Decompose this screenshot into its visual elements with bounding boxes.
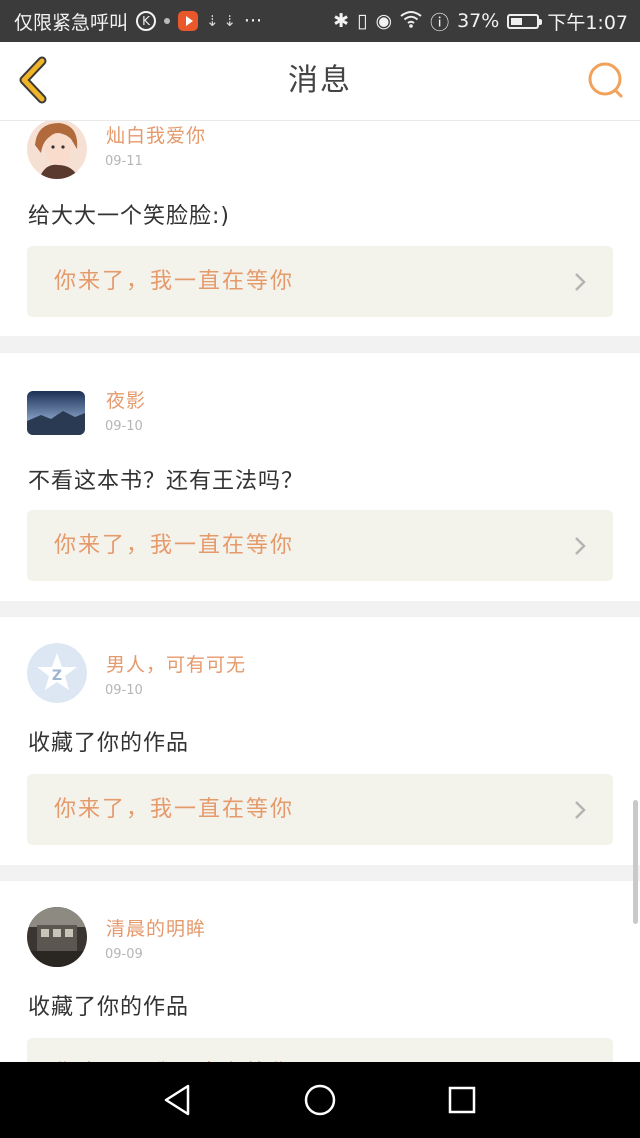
overflow-indicator: ··· — [243, 10, 263, 32]
message-content: 给大大一个笑脸脸:) — [28, 204, 230, 229]
vibrate-icon: ▯ — [357, 10, 368, 32]
reply-text: 你来了，我一直在等你 — [54, 797, 295, 822]
wifi-icon — [400, 10, 422, 33]
app-header: 消息 — [0, 42, 640, 121]
notification-dot-icon — [164, 18, 171, 24]
page-title: 消息 — [288, 63, 352, 98]
notification-icons: ⇣ ⇣ — [206, 12, 236, 30]
eye-icon: ◉ — [375, 10, 393, 32]
status-right: ✱ ▯ ◉ ⓘ 37% 下午1:07 — [333, 8, 628, 35]
reply-box[interactable]: 你来了，我一直在等你 — [27, 246, 613, 317]
k-badge-icon: K — [136, 11, 157, 31]
nav-back-button[interactable] — [158, 1080, 198, 1120]
message-card: Z 男人，可有可无 09-10 收藏了你的作品 你来了，我一直在等你 — [0, 617, 640, 865]
avatar[interactable] — [27, 391, 85, 435]
username[interactable]: 清晨的明眸 — [106, 914, 206, 941]
reply-box[interactable]: 你来了，我一直在等你 — [27, 1038, 613, 1062]
battery-percent: 37% — [457, 10, 500, 32]
message-card: 灿白我爱你 09-11 给大大一个笑脸脸:) 你来了，我一直在等你 — [0, 121, 640, 336]
message-content: 不看这本书？还有王法吗？ — [28, 469, 305, 494]
square-recents-icon — [448, 1086, 476, 1114]
message-date: 09-10 — [105, 419, 143, 434]
reply-box[interactable]: 你来了，我一直在等你 — [27, 510, 613, 581]
message-feed[interactable]: 灿白我爱你 09-11 给大大一个笑脸脸:) 你来了，我一直在等你 夜影 09-… — [0, 121, 640, 1062]
chevron-right-icon — [575, 801, 586, 819]
video-app-icon — [178, 11, 199, 31]
search-button[interactable] — [586, 60, 626, 100]
triangle-back-icon — [164, 1084, 190, 1116]
svg-text:Z: Z — [52, 668, 62, 684]
nav-recents-button[interactable] — [442, 1080, 482, 1120]
reply-text: 你来了，我一直在等你 — [54, 1038, 294, 1062]
chevron-right-icon — [575, 537, 586, 555]
message-date: 09-11 — [105, 154, 143, 169]
alert-icon: ⓘ — [430, 11, 450, 34]
reply-text: 你来了，我一直在等你 — [54, 533, 295, 558]
status-left: 仅限紧急呼叫 K ⇣ ⇣ ··· — [14, 8, 262, 35]
reply-text: 你来了，我一直在等你 — [54, 269, 295, 294]
system-nav-bar — [0, 1062, 640, 1138]
message-date: 09-10 — [105, 683, 143, 698]
carrier-text: 仅限紧急呼叫 — [14, 11, 129, 34]
avatar[interactable] — [27, 121, 87, 179]
message-card: 夜影 09-10 不看这本书？还有王法吗？ 你来了，我一直在等你 — [0, 353, 640, 601]
status-bar: 仅限紧急呼叫 K ⇣ ⇣ ··· ✱ ▯ ◉ ⓘ 37% 下午1:07 — [0, 0, 640, 42]
reply-box[interactable]: 你来了，我一直在等你 — [27, 774, 613, 845]
username[interactable]: 男人，可有可无 — [106, 650, 246, 677]
message-content: 收藏了你的作品 — [28, 731, 190, 756]
battery-icon — [507, 13, 543, 29]
avatar[interactable] — [27, 907, 87, 967]
nav-home-button[interactable] — [300, 1080, 340, 1120]
chevron-right-icon — [575, 273, 586, 291]
clock: 下午1:07 — [547, 11, 628, 34]
message-content: 收藏了你的作品 — [28, 995, 190, 1020]
username[interactable]: 夜影 — [106, 386, 146, 413]
message-date: 09-09 — [105, 947, 143, 962]
avatar[interactable]: Z — [27, 643, 87, 703]
username[interactable]: 灿白我爱你 — [106, 121, 206, 148]
message-card: 清晨的明眸 09-09 收藏了你的作品 你来了，我一直在等你 — [0, 881, 640, 1062]
scrollbar[interactable] — [633, 800, 638, 924]
search-icon — [588, 62, 623, 98]
circle-home-icon — [304, 1084, 336, 1116]
bluetooth-icon: ✱ — [333, 10, 350, 32]
